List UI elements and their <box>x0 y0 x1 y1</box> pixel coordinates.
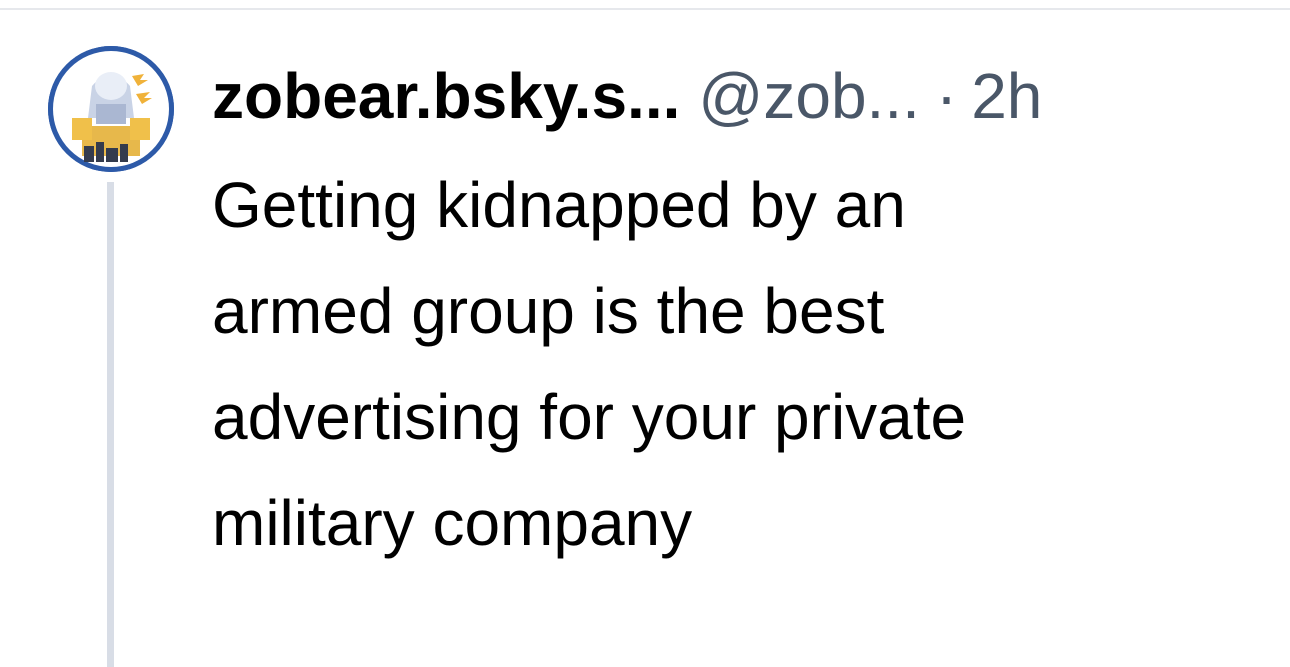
post-text-line: Getting kidnapped by an <box>212 169 906 241</box>
post-timestamp[interactable]: 2h <box>971 60 1042 132</box>
top-divider <box>0 8 1290 10</box>
post-text-line: military company <box>212 487 693 559</box>
meta-separator: · <box>935 60 958 132</box>
thread-line <box>107 182 114 667</box>
avatar-image-icon <box>48 46 174 172</box>
author-avatar[interactable] <box>48 46 174 172</box>
post-text: Getting kidnapped by an armed group is t… <box>212 152 1252 576</box>
author-display-name[interactable]: zobear.bsky.s... <box>212 60 680 132</box>
post-text-line: advertising for your private <box>212 381 967 453</box>
post-text-line: armed group is the best <box>212 275 885 347</box>
post-header: zobear.bsky.s... @zob... · 2h <box>212 56 1042 136</box>
author-handle[interactable]: @zob... <box>698 60 920 132</box>
